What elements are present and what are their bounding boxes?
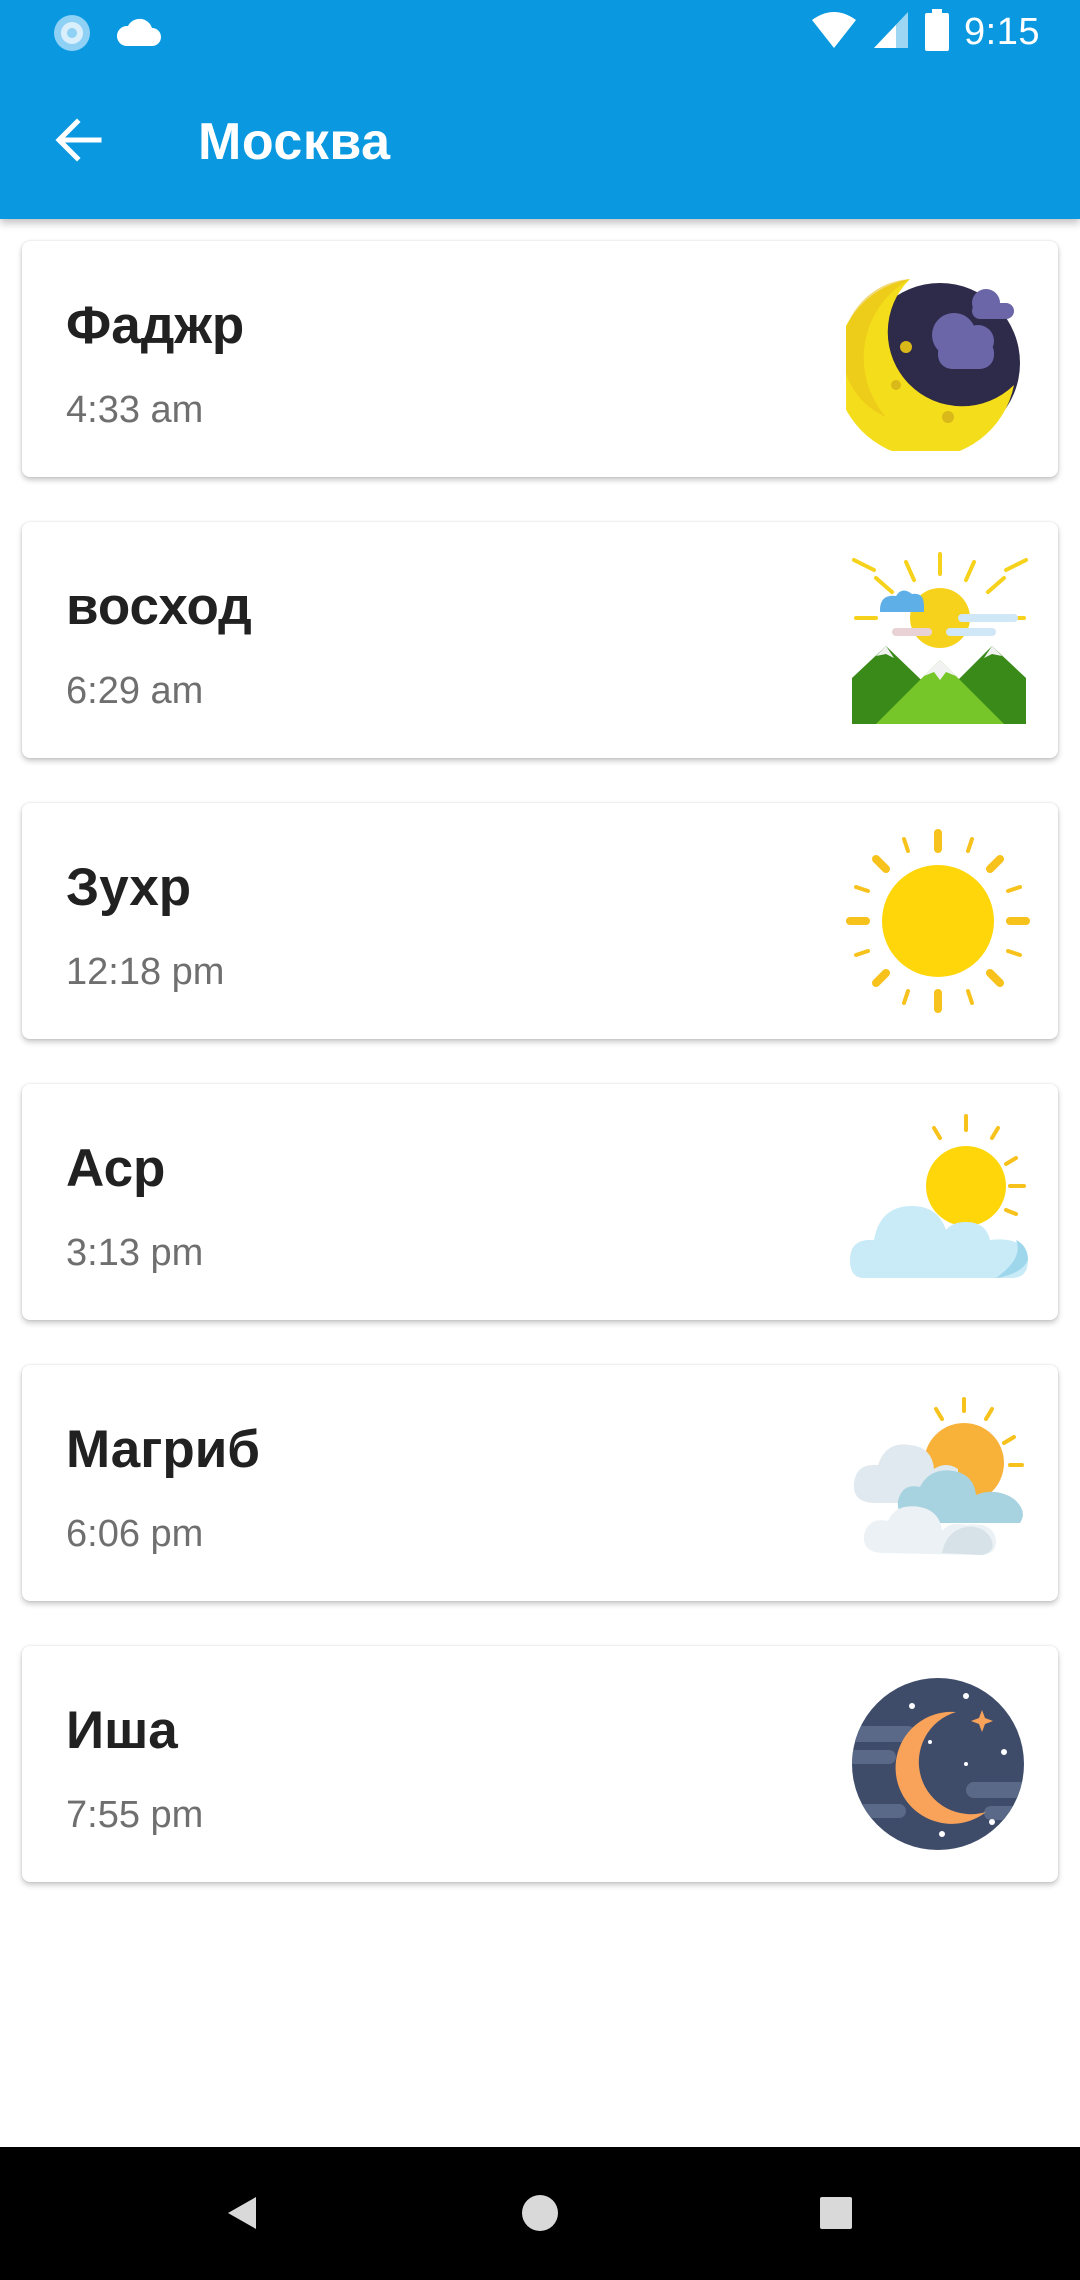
page-title: Москва <box>198 113 391 171</box>
arrow-left-icon <box>53 117 103 167</box>
recents-square-icon <box>816 2193 856 2238</box>
status-icons: 9:15 <box>810 8 1040 56</box>
home-circle-icon <box>520 2193 560 2238</box>
cloud-icon <box>114 12 164 59</box>
prayer-name: Аср <box>66 1139 166 1198</box>
prayer-card-dhuhr[interactable]: Зухр 12:18 pm <box>22 803 1058 1039</box>
sunrise-mountains-icon <box>846 548 1030 732</box>
status-bar: 9:15 <box>0 0 1080 66</box>
prayer-card-fajr[interactable]: Фаджр 4:33 am <box>22 241 1058 477</box>
prayer-card-sunrise[interactable]: восход 6:29 am <box>22 522 1058 758</box>
top-app-bar: 9:15 Москва <box>0 0 1080 219</box>
nav-home-button[interactable] <box>510 2185 570 2245</box>
prayer-time: 4:33 am <box>66 389 204 431</box>
prayer-time: 3:13 pm <box>66 1232 204 1274</box>
prayer-name: Иша <box>66 1701 178 1760</box>
back-button[interactable] <box>30 100 126 184</box>
cell-signal-icon <box>872 10 910 55</box>
sun-behind-cloud-icon <box>846 1110 1030 1294</box>
battery-icon <box>924 8 950 56</box>
status-time: 9:15 <box>964 10 1040 53</box>
app-bar: Москва <box>0 66 1080 219</box>
prayer-name: Зухр <box>66 858 192 917</box>
prayer-time: 12:18 pm <box>66 951 225 993</box>
prayer-card-isha[interactable]: Иша 7:55 pm <box>22 1646 1058 1882</box>
prayer-time: 7:55 pm <box>66 1794 204 1836</box>
sun-icon <box>846 829 1030 1013</box>
prayer-card-asr[interactable]: Аср 3:13 pm <box>22 1084 1058 1320</box>
prayer-name: Магриб <box>66 1420 261 1479</box>
prayer-name: Фаджр <box>66 296 245 355</box>
prayer-card-maghrib[interactable]: Магриб 6:06 pm <box>22 1365 1058 1601</box>
back-triangle-icon <box>222 2193 262 2238</box>
nav-recents-button[interactable] <box>806 2185 866 2245</box>
night-moon-stars-icon <box>846 1672 1030 1856</box>
prayer-name: восход <box>66 577 252 636</box>
prayer-time: 6:29 am <box>66 670 204 712</box>
app-notification-icon <box>48 12 96 59</box>
wifi-icon <box>810 10 858 55</box>
sunset-clouds-icon <box>846 1391 1030 1575</box>
prayer-time: 6:06 pm <box>66 1513 204 1555</box>
system-nav-bar <box>0 2147 1080 2280</box>
nav-back-button[interactable] <box>212 2185 272 2245</box>
crescent-moon-clouds-icon <box>835 267 1030 458</box>
